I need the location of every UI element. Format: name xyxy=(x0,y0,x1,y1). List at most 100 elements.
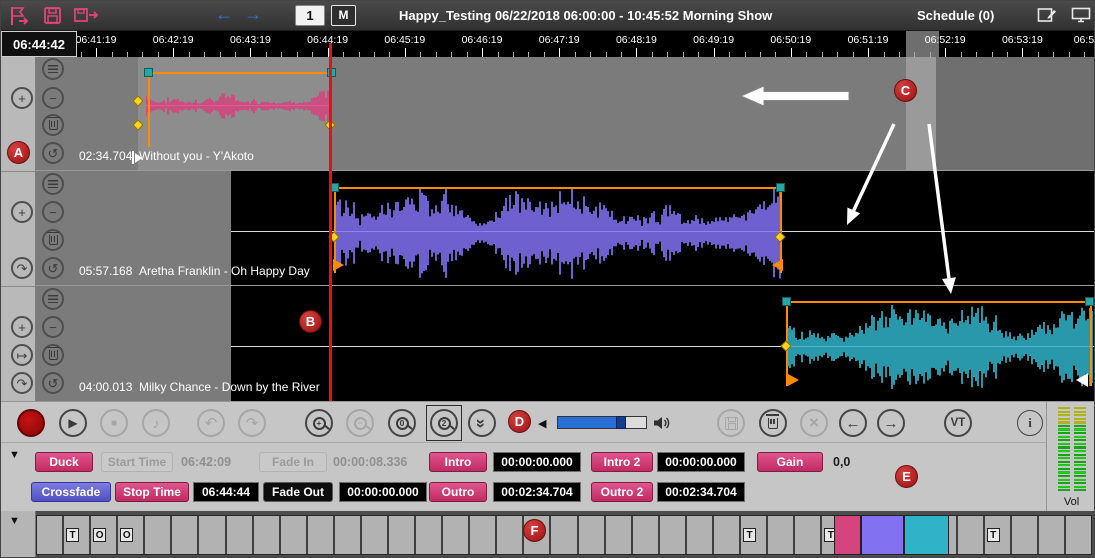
zoom-out-button[interactable]: − xyxy=(346,409,374,437)
monitor-toggle-button[interactable]: M xyxy=(331,5,356,26)
outro2-value[interactable]: 00:02:34.704 xyxy=(657,482,745,502)
collapse-button[interactable]: » xyxy=(468,409,496,437)
overview-item-block[interactable] xyxy=(904,515,949,555)
track-lane-3[interactable]: 04:00.013 Milky Chance - Down by the Riv… xyxy=(36,286,1095,401)
track2-remove-button[interactable]: − xyxy=(42,201,64,223)
add-note-button[interactable]: ♪ xyxy=(142,409,170,437)
track2-menu-button[interactable] xyxy=(42,173,64,195)
schedule-count[interactable]: Schedule (0) xyxy=(917,8,994,23)
back-arrow-icon[interactable]: ← xyxy=(215,4,233,25)
outro-value[interactable]: 00:02:34.704 xyxy=(493,482,581,502)
item-right-edge[interactable] xyxy=(1090,301,1092,386)
track3-insert-button[interactable]: ↦ xyxy=(11,344,33,366)
overview-cell[interactable] xyxy=(470,516,497,554)
overview-cell[interactable] xyxy=(795,516,822,554)
gain-value[interactable]: 0,0 xyxy=(833,452,850,472)
record-button[interactable] xyxy=(17,409,45,437)
track-lane-2[interactable]: 05:57.168 Aretha Franklin - Oh Happy Day… xyxy=(36,171,1095,286)
overview-cell[interactable]: O xyxy=(118,516,145,554)
overview-cell[interactable] xyxy=(660,516,687,554)
save-schedule-button[interactable] xyxy=(43,6,63,31)
forward-arrow-icon[interactable]: → xyxy=(244,4,262,25)
overview-cell[interactable] xyxy=(416,516,443,554)
intro-value[interactable]: 00:00:00.000 xyxy=(493,452,581,472)
overview-cell[interactable] xyxy=(172,516,199,554)
fade-in-marker[interactable] xyxy=(788,374,799,386)
overview-cell[interactable] xyxy=(145,516,172,554)
overview-cell[interactable] xyxy=(389,516,416,554)
cancel-button[interactable]: × xyxy=(800,409,828,437)
volume-min-icon[interactable]: ◀ xyxy=(538,417,546,430)
track3-menu-button[interactable] xyxy=(42,288,64,310)
overview-cell[interactable] xyxy=(958,516,985,554)
item-end-marker[interactable] xyxy=(1076,373,1088,387)
intro-button[interactable]: Intro xyxy=(429,452,487,472)
overview-cell[interactable] xyxy=(281,516,308,554)
envelope-handle[interactable] xyxy=(776,183,785,192)
fade-out-value[interactable]: 00:00:00.000 xyxy=(339,482,427,502)
overview-cell[interactable] xyxy=(606,516,633,554)
overview-cell[interactable] xyxy=(37,516,64,554)
gain-button[interactable]: Gain xyxy=(757,452,823,472)
undo-button[interactable]: ↶ xyxy=(197,409,225,437)
track-lane-1[interactable]: 02:34.704 Without you - Y'Akoto − ↺ xyxy=(36,57,1095,171)
envelope-line[interactable] xyxy=(148,72,334,74)
discard-button[interactable] xyxy=(759,409,787,437)
track2-delete-button[interactable] xyxy=(42,229,64,251)
edit-window-button[interactable] xyxy=(1037,7,1057,28)
overview-item-block[interactable] xyxy=(861,515,904,555)
stop-time-button[interactable]: Stop Time xyxy=(115,482,189,502)
overview-dropdown-box[interactable]: ▼ xyxy=(1,511,36,558)
overview-cell[interactable] xyxy=(443,516,470,554)
overview-cell[interactable]: T xyxy=(64,516,91,554)
envelope-handle[interactable] xyxy=(1085,297,1094,306)
overview-item-block[interactable] xyxy=(834,515,861,555)
overview-cell[interactable] xyxy=(768,516,795,554)
play-button[interactable]: ▶ xyxy=(59,409,87,437)
overview-cell[interactable] xyxy=(254,516,281,554)
zoom-fit-button[interactable]: 0 xyxy=(388,409,416,437)
redo-button[interactable]: ↷ xyxy=(238,409,266,437)
item-left-edge[interactable] xyxy=(148,72,150,147)
envelope-handle[interactable] xyxy=(144,68,153,77)
overview-cell[interactable] xyxy=(497,516,524,554)
overview-cell[interactable] xyxy=(1039,516,1066,554)
intro2-value[interactable]: 00:00:00.000 xyxy=(657,452,745,472)
monitor-window-button[interactable] xyxy=(1071,7,1091,28)
next-item-button[interactable]: → xyxy=(877,409,905,437)
overview-cell[interactable] xyxy=(308,516,335,554)
overview-cell[interactable] xyxy=(579,516,606,554)
overview-cell[interactable]: O xyxy=(91,516,118,554)
stop-time-value[interactable]: 06:44:44 xyxy=(193,482,259,502)
save-edit-button[interactable] xyxy=(717,409,745,437)
voice-track-button[interactable]: VT xyxy=(944,409,972,437)
overview-cell[interactable]: T xyxy=(741,516,768,554)
overview-cell[interactable] xyxy=(227,516,254,554)
overview-cell[interactable] xyxy=(1012,516,1039,554)
track3-loop-button[interactable]: ↺ xyxy=(42,372,64,394)
info-button[interactable]: i xyxy=(1017,410,1043,436)
overview-cell[interactable] xyxy=(1066,516,1091,554)
crossfade-button[interactable]: Crossfade xyxy=(31,482,111,502)
playhead[interactable] xyxy=(329,43,332,401)
track2-loop-button[interactable]: ↺ xyxy=(42,257,64,279)
overview-cell[interactable] xyxy=(714,516,741,554)
track1-loop-button[interactable]: ↺ xyxy=(42,142,64,164)
track3-move-next-button[interactable]: ↷ xyxy=(11,372,33,394)
load-schedule-button[interactable] xyxy=(9,6,31,31)
overview-cell[interactable] xyxy=(362,516,389,554)
fade-out-button[interactable]: Fade Out xyxy=(263,482,333,502)
fade-out-marker[interactable] xyxy=(772,259,783,271)
overview-cell[interactable] xyxy=(199,516,226,554)
page-number[interactable]: 1 xyxy=(295,5,325,26)
overview-dropdown-icon[interactable]: ▼ xyxy=(9,515,20,527)
track3-delete-button[interactable] xyxy=(42,344,64,366)
track3-remove-button[interactable]: − xyxy=(42,316,64,338)
track2-move-next-button[interactable]: ↷ xyxy=(11,257,33,279)
timeline-ruler[interactable]: 06:44:42 06:41:1906:42:1906:43:1906:44:1… xyxy=(1,31,1094,57)
panel-dropdown-icon[interactable]: ▼ xyxy=(9,449,20,461)
track3-add-button[interactable]: + xyxy=(11,316,33,338)
envelope-line[interactable] xyxy=(334,187,782,189)
track1-remove-button[interactable]: − xyxy=(42,87,64,109)
fade-in-marker[interactable] xyxy=(333,259,344,271)
